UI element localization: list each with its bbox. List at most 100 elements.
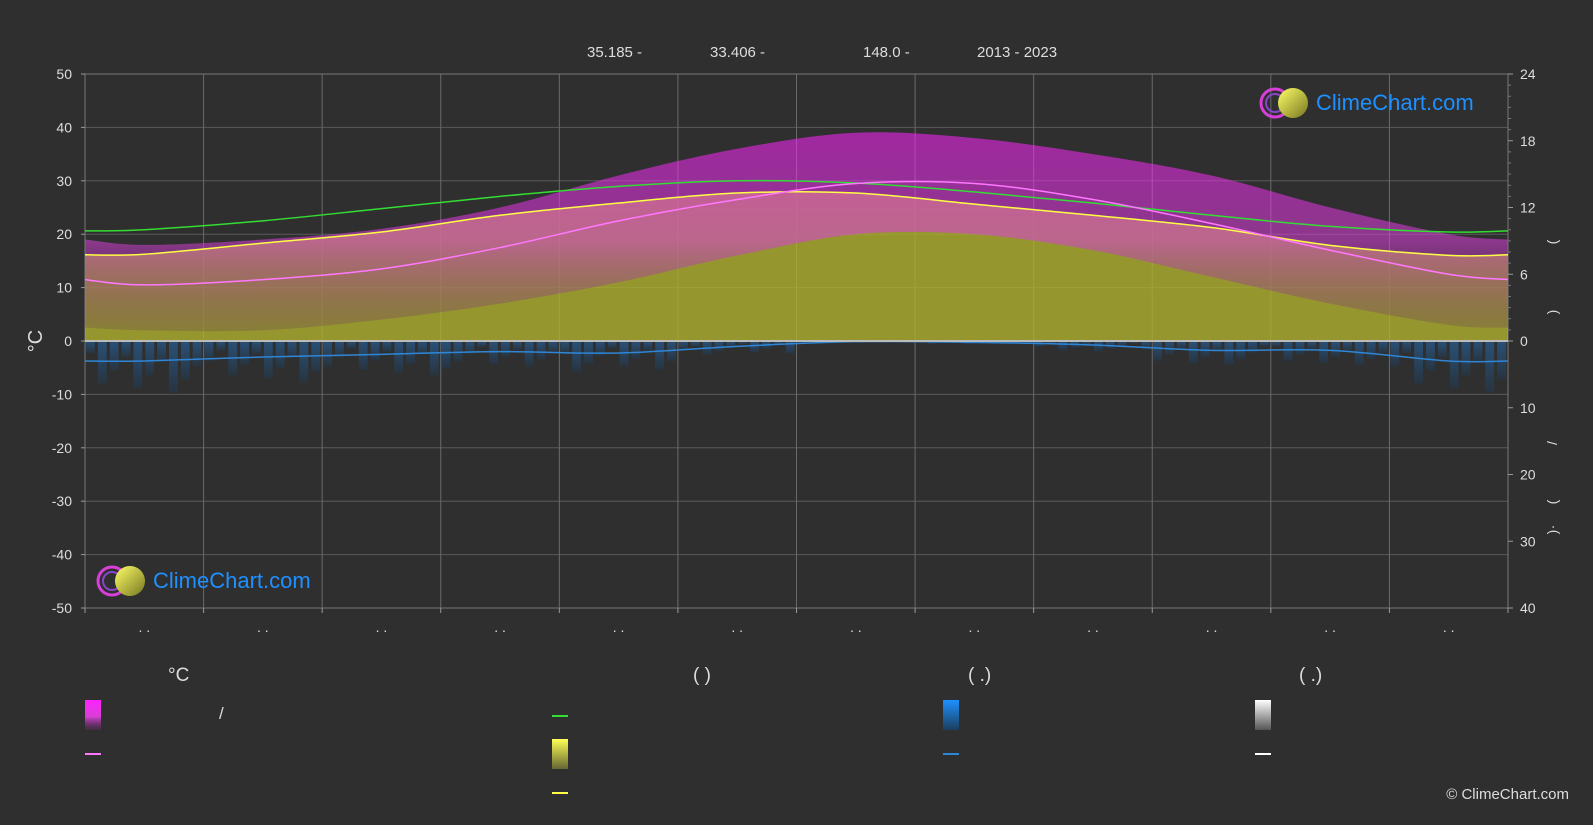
precipitation-bar: [86, 341, 95, 354]
precipitation-bar: [133, 341, 143, 389]
y-right-axis-label-glyph: /: [1544, 441, 1560, 445]
x-tick-label: . .: [257, 619, 269, 635]
y-right-upper-tick-label: 0: [1520, 333, 1528, 349]
precipitation-bar: [1425, 341, 1435, 371]
y-left-tick-label: -10: [52, 386, 72, 402]
logo-text: ClimeChart.com: [1316, 90, 1474, 115]
y-right-lower-tick-label: 20: [1520, 467, 1536, 483]
precipitation-bar: [1058, 341, 1068, 351]
logo-text: ClimeChart.com: [153, 568, 311, 593]
y-right-lower-tick-label: 30: [1520, 533, 1536, 549]
precipitation-bar: [145, 341, 155, 376]
x-tick-label: . .: [1443, 619, 1455, 635]
x-tick-label: . .: [1206, 619, 1218, 635]
precipitation-bar: [560, 341, 570, 354]
precipitation-bar: [97, 341, 107, 384]
precipitation-bar: [370, 341, 380, 361]
x-tick-label: . .: [376, 619, 388, 635]
precipitation-bar: [536, 341, 546, 360]
x-tick-label: . .: [969, 619, 981, 635]
precipitation-bar: [1437, 341, 1447, 358]
precipitation-bar: [275, 341, 285, 369]
precipitation-bar: [1307, 341, 1317, 349]
precipitation-bar: [1295, 341, 1305, 355]
precipitation-bar: [157, 341, 167, 362]
y-left-tick-label: -40: [52, 547, 72, 563]
precipitation-bar: [382, 341, 392, 352]
legend-temp-range-swatch: [85, 700, 101, 730]
y-right-lower-tick-label: 10: [1520, 400, 1536, 416]
x-tick-label: . .: [613, 619, 625, 635]
precipitation-bar: [263, 341, 273, 379]
x-tick-label: . .: [731, 619, 743, 635]
x-tick-label: . .: [850, 619, 862, 635]
precipitation-bar: [1414, 341, 1423, 384]
y-left-tick-label: -20: [52, 440, 72, 456]
precipitation-bar: [406, 341, 416, 364]
precipitation-bar: [750, 341, 759, 353]
precipitation-bar: [1283, 341, 1293, 361]
precipitation-bar: [287, 341, 297, 358]
precipitation-bar: [109, 341, 119, 371]
precipitation-bar: [572, 341, 582, 372]
logo-icon: [96, 565, 145, 597]
precipitation-bar: [1342, 341, 1352, 351]
precipitation-bar: [714, 341, 724, 352]
y-right-axis-label-glyph: ·: [1544, 525, 1560, 530]
precipitation-bar: [1461, 341, 1471, 376]
legend-swatches: [85, 700, 1271, 794]
precipitation-bar: [1331, 341, 1340, 357]
precipitation-bar: [548, 341, 558, 353]
precipitation-bar: [240, 341, 250, 365]
precipitation-bar: [453, 341, 463, 362]
y-right-lower-tick-label: 40: [1520, 600, 1536, 616]
precipitation-bar: [785, 341, 795, 354]
precipitation-bar: [121, 341, 131, 358]
precipitation-bar: [394, 341, 404, 373]
precipitation-bar: [1153, 341, 1163, 361]
x-tick-label: . .: [494, 619, 506, 635]
logo-top[interactable]: ClimeChart.com: [1258, 86, 1474, 120]
precipitation-bar: [1224, 341, 1234, 366]
logo-bottom[interactable]: ClimeChart.com: [95, 564, 311, 598]
y-left-tick-label: 30: [56, 173, 72, 189]
legend-snow-swatch: [1255, 700, 1271, 730]
x-tick-label: . .: [1324, 619, 1336, 635]
precipitation-bar: [643, 341, 653, 351]
x-tick-label: . .: [1087, 619, 1099, 635]
precipitation-bar: [169, 341, 178, 393]
precipitation-bar: [216, 341, 226, 351]
precipitation-bar: [1366, 341, 1376, 359]
longitude-label: 33.406 -: [710, 44, 766, 61]
precipitation-bar: [1402, 341, 1412, 354]
precipitation-bar: [1200, 341, 1210, 357]
precipitation-bar: [1497, 341, 1506, 380]
precipitation-bar: [501, 341, 510, 357]
precipitation-bar: [1473, 341, 1483, 362]
y-left-tick-label: 20: [56, 226, 72, 242]
precipitation-bar: [1319, 341, 1329, 364]
legend-sun-head: ( ): [693, 665, 711, 686]
precipitation-bar: [1176, 341, 1186, 349]
precipitation-bar: [1485, 341, 1495, 393]
latitude-label: 35.185 -: [587, 44, 643, 61]
y-right-upper-tick-label: 18: [1520, 133, 1536, 149]
precipitation-bar: [346, 341, 356, 350]
years-label: 2013 - 2023: [977, 44, 1058, 61]
precipitation-bar: [252, 341, 261, 355]
y-left-tick-label: 40: [56, 119, 72, 135]
y-left-axis-label: °C: [25, 330, 47, 352]
x-tick-label: . .: [138, 619, 150, 635]
legend-temperature-text: /: [219, 704, 224, 723]
legend-rain-swatch: [943, 700, 959, 730]
y-right-axis-label-glyph: (: [1544, 499, 1560, 504]
climate-chart: 50 40 30 20 10 0 -10 -20 -30 -40 -50 °C 24 18 12 6 0 10 20…: [25, 66, 1560, 794]
y-right-upper-tick-label: 24: [1520, 66, 1536, 82]
precipitation-bar: [192, 341, 202, 367]
precipitation-bar: [1390, 341, 1400, 367]
y-left-tick-label: -50: [52, 600, 72, 616]
y-right-upper-tick-label: 12: [1520, 200, 1536, 216]
legend-rain-head: ( .): [968, 665, 992, 686]
precipitation-bar: [512, 341, 522, 350]
precipitation-bar: [1449, 341, 1459, 389]
